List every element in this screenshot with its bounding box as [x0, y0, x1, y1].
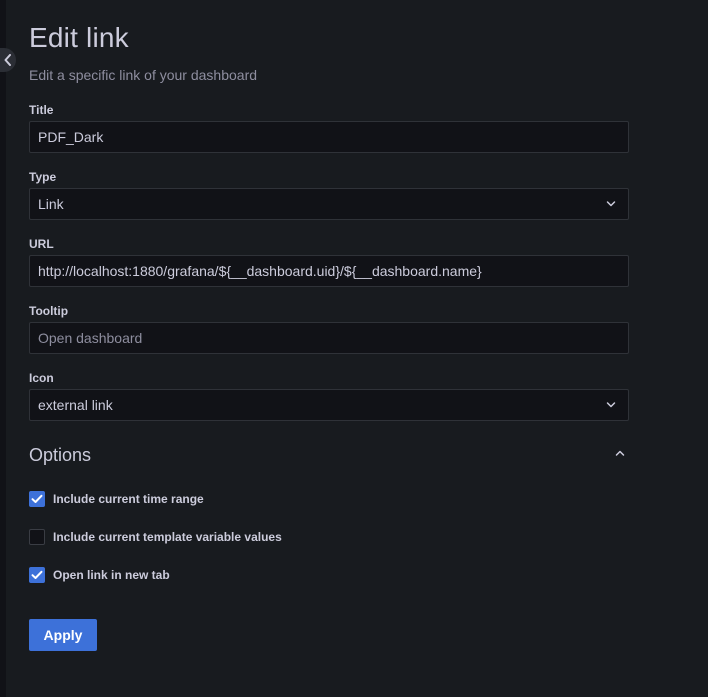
options-section-title: Options: [29, 445, 92, 465]
time-range-label: Include current time range: [53, 492, 204, 506]
sidebar-edge: [0, 0, 6, 697]
tooltip-label: Tooltip: [29, 304, 69, 318]
chevron-up-icon[interactable]: [615, 449, 625, 457]
title-label: Title: [29, 103, 54, 117]
apply-button[interactable]: Apply: [29, 619, 97, 651]
check-icon: [31, 494, 43, 503]
page-title: Edit link: [29, 22, 129, 53]
title-input[interactable]: PDF_Dark: [29, 121, 629, 153]
template-variables-checkbox[interactable]: [29, 529, 45, 545]
template-variables-label: Include current template variable values: [53, 530, 282, 544]
type-select-value: Link: [38, 196, 64, 212]
check-icon: [31, 570, 43, 579]
type-label: Type: [29, 170, 57, 184]
icon-select[interactable]: external link: [29, 389, 629, 421]
time-range-checkbox[interactable]: [29, 491, 45, 507]
chevron-left-icon: [4, 54, 11, 66]
chevron-down-icon: [606, 201, 616, 207]
option-new-tab[interactable]: Open link in new tab: [29, 567, 170, 583]
url-input-value: http://localhost:1880/grafana/${__dashbo…: [38, 263, 482, 279]
chevron-down-icon: [606, 402, 616, 408]
tooltip-input[interactable]: Open dashboard: [29, 322, 629, 354]
icon-select-value: external link: [38, 397, 113, 413]
new-tab-checkbox[interactable]: [29, 567, 45, 583]
tooltip-input-placeholder: Open dashboard: [38, 330, 143, 346]
sidebar-collapse-button[interactable]: [0, 48, 16, 72]
option-time-range[interactable]: Include current time range: [29, 491, 204, 507]
page-subtitle: Edit a specific link of your dashboard: [29, 67, 258, 83]
url-input[interactable]: http://localhost:1880/grafana/${__dashbo…: [29, 255, 629, 287]
icon-label: Icon: [29, 371, 54, 385]
title-input-value: PDF_Dark: [38, 129, 104, 145]
option-template-variables[interactable]: Include current template variable values: [29, 529, 282, 545]
new-tab-label: Open link in new tab: [53, 568, 170, 582]
url-label: URL: [29, 237, 54, 251]
type-select[interactable]: Link: [29, 188, 629, 220]
